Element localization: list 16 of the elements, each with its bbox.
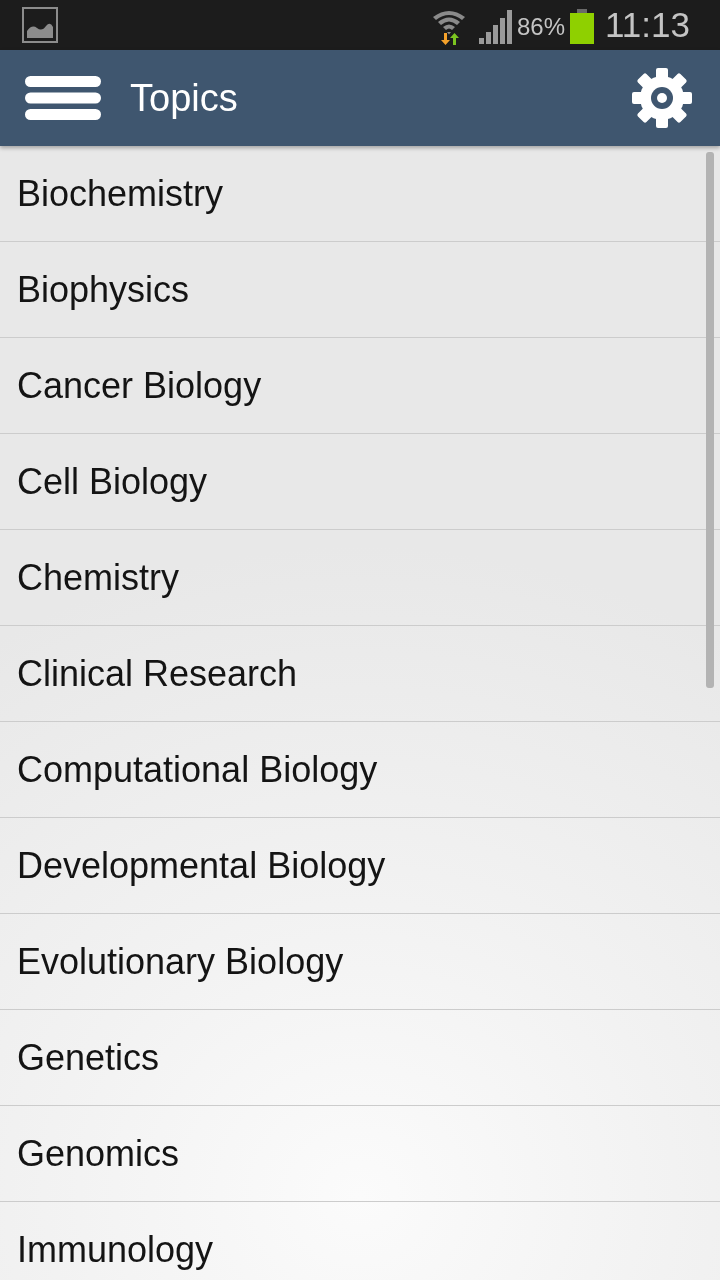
screen-title: Topics xyxy=(130,76,238,120)
menu-button[interactable] xyxy=(25,76,101,120)
topic-item[interactable]: Computational Biology xyxy=(0,722,720,818)
image-icon xyxy=(22,7,58,43)
topic-item[interactable]: Genomics xyxy=(0,1106,720,1202)
menu-icon xyxy=(25,76,101,120)
settings-button[interactable] xyxy=(632,68,692,128)
clock-time: 11:13 xyxy=(605,5,690,45)
battery-percent: 86% xyxy=(516,13,565,41)
settings-icon xyxy=(632,68,692,128)
topic-item[interactable]: Developmental Biology xyxy=(0,818,720,914)
battery-icon xyxy=(570,8,594,44)
topic-item[interactable]: Evolutionary Biology xyxy=(0,914,720,1010)
topic-item[interactable]: Immunology xyxy=(0,1202,720,1280)
signal-icon xyxy=(478,10,512,44)
topic-item[interactable]: Genetics xyxy=(0,1010,720,1106)
